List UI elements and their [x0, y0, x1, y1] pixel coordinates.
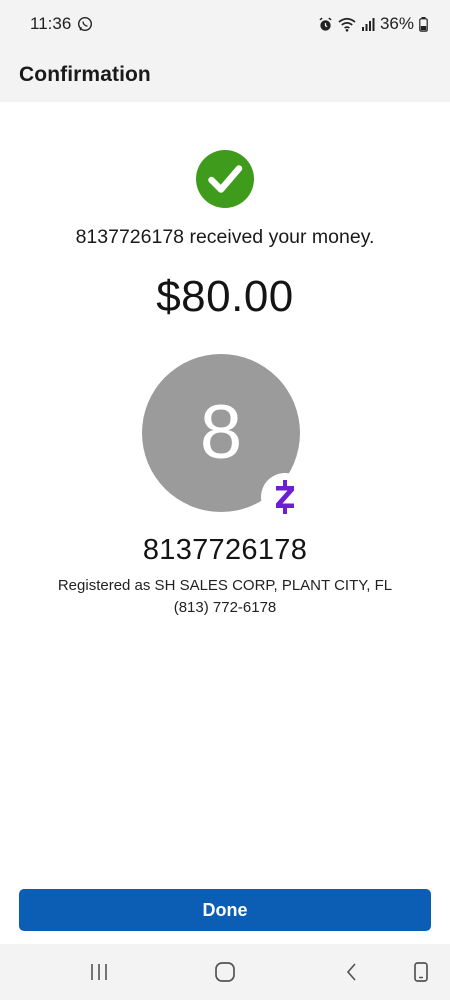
- status-right: 36%: [318, 14, 428, 34]
- zelle-logo-icon: [261, 473, 309, 521]
- status-left: 11:36: [30, 14, 93, 34]
- avatar-initial: 8: [199, 390, 243, 475]
- wifi-icon: [338, 17, 356, 32]
- home-icon[interactable]: [211, 958, 239, 986]
- recipient-name: 8137726178: [142, 534, 308, 566]
- alarm-icon: [318, 17, 333, 32]
- recent-apps-icon[interactable]: [85, 958, 113, 986]
- signal-icon: [361, 17, 375, 31]
- rotate-icon[interactable]: [407, 958, 435, 986]
- back-icon[interactable]: [338, 958, 366, 986]
- recipient-phone: (813) 772-6178: [173, 599, 277, 616]
- page-title: Confirmation: [19, 63, 151, 86]
- amount: $80.00: [156, 272, 294, 321]
- status-bar: 11:36 36%: [0, 0, 450, 48]
- navigation-bar: [0, 944, 450, 1000]
- battery-icon: [419, 16, 428, 32]
- battery-percent: 36%: [379, 14, 414, 33]
- header: Confirmation: [0, 48, 450, 102]
- whatsapp-icon: [77, 16, 93, 32]
- confirmation-message: 8137726178 received your money.: [75, 226, 375, 248]
- success-check-icon: [196, 150, 254, 208]
- recipient-registration: Registered as SH SALES CORP, PLANT CITY,…: [57, 577, 393, 594]
- screen: 11:36 36% Confirmation 8137726178 receiv…: [0, 0, 450, 1000]
- done-button[interactable]: Done: [19, 889, 431, 931]
- status-time: 11:36: [30, 14, 72, 33]
